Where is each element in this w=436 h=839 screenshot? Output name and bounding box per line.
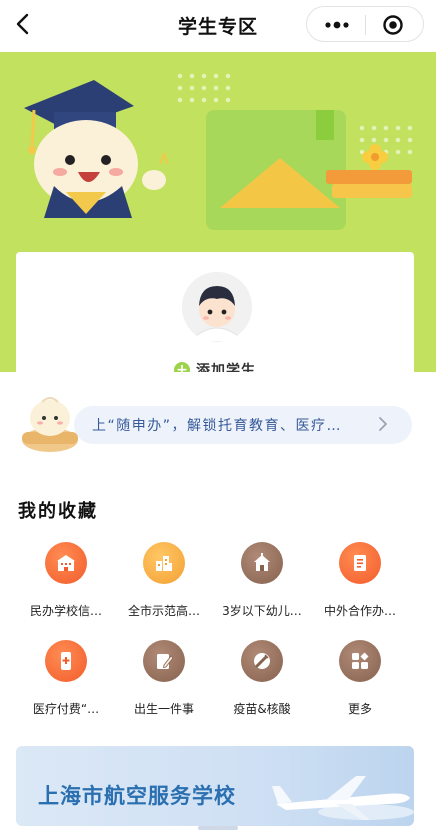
- page-indicator: [198, 826, 238, 830]
- hero-banner: + 添加学生: [0, 52, 436, 372]
- notice-text: 上“随申办”，解锁托育教育、医疗…: [92, 418, 343, 434]
- grid-more-icon: [339, 640, 381, 682]
- city-buildings-icon: [143, 542, 185, 584]
- favorite-item-vaccine[interactable]: 疫苗&核酸: [212, 640, 312, 720]
- steamed-bun-mascot-icon: [22, 397, 78, 452]
- mini-program-capsule: [306, 6, 424, 42]
- school-building-icon: [45, 542, 87, 584]
- close-program-button[interactable]: [382, 14, 404, 36]
- medical-phone-icon: [45, 640, 87, 682]
- favorites-title: 我的收藏: [18, 501, 98, 522]
- favorite-label: 疫苗&核酸: [233, 702, 291, 716]
- school-promo-banner[interactable]: 上海市航空服务学校: [16, 746, 414, 826]
- nav-header: 学生专区: [0, 0, 436, 52]
- promo-notice[interactable]: 上“随申办”，解锁托育教育、医疗…: [18, 388, 418, 460]
- flower-icon: [362, 144, 388, 170]
- school-name: 上海市航空服务学校: [38, 784, 236, 808]
- vaccine-icon: [241, 640, 283, 682]
- favorite-label: 3岁以下幼儿…: [222, 604, 302, 618]
- favorite-item-medical-payment[interactable]: 医疗付费“…: [16, 640, 116, 720]
- add-student-label: 添加学生: [196, 363, 256, 372]
- favorite-label: 全市示范高…: [127, 604, 200, 618]
- student-zone-page: 学生专区 + 添加学生 上“随申办”，解锁托育教育、医疗… 我的收藏 民办学校信…: [0, 0, 436, 839]
- plus-circle-icon: +: [174, 362, 190, 372]
- favorite-item-joint-school[interactable]: 中外合作办…: [310, 542, 410, 622]
- target-circle-icon: [383, 15, 403, 35]
- graduate-mascot-icon: [24, 80, 169, 218]
- favorite-label: 出生一件事: [133, 702, 194, 716]
- student-avatar[interactable]: [182, 272, 252, 342]
- favorite-label: 中外合作办…: [323, 604, 396, 618]
- document-icon: [339, 542, 381, 584]
- favorite-label: 医疗付费“…: [32, 702, 100, 716]
- pen-paper-icon: [143, 640, 185, 682]
- child-avatar-icon: [182, 272, 252, 342]
- favorite-label: 民办学校信…: [29, 604, 102, 618]
- more-button[interactable]: [321, 14, 353, 36]
- books-illustration: [326, 170, 412, 206]
- favorite-item-birth-service[interactable]: 出生一件事: [114, 640, 214, 720]
- capsule-divider: [365, 15, 366, 35]
- airplane-icon: [272, 776, 414, 820]
- student-card: + 添加学生: [16, 252, 414, 372]
- favorite-item-private-school[interactable]: 民办学校信…: [16, 542, 116, 622]
- add-student-button[interactable]: + 添加学生: [16, 360, 414, 372]
- favorite-label: 更多: [347, 702, 372, 716]
- favorite-item-more[interactable]: 更多: [310, 640, 410, 720]
- chevron-right-icon: [379, 417, 387, 431]
- more-dots-icon: [325, 21, 349, 29]
- favorite-item-demo-high-school[interactable]: 全市示范高…: [114, 542, 214, 622]
- house-icon: [241, 542, 283, 584]
- favorite-item-infant-care[interactable]: 3岁以下幼儿…: [212, 542, 312, 622]
- paper-plane-illustration: [220, 158, 340, 208]
